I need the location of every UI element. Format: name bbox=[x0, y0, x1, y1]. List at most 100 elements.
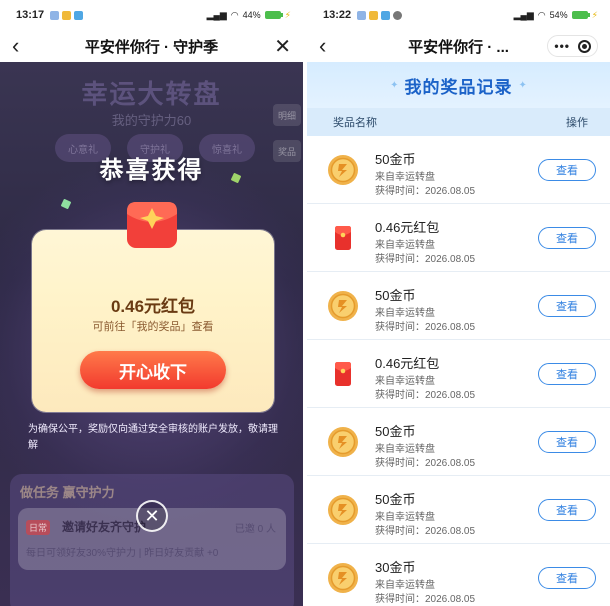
accept-button[interactable]: 开心收下 bbox=[80, 351, 226, 389]
view-button[interactable]: 查看 bbox=[538, 159, 596, 181]
coin-icon bbox=[328, 427, 358, 457]
lucky-wheel-background: 幸运大转盘 我的守护力60 明细 奖品 心意礼 守护礼 惊喜礼 恭喜获得 0.4… bbox=[0, 62, 303, 606]
charging-icon: ⚡ bbox=[591, 9, 598, 20]
left-screen: 13:17 ▂▄▆ ◠ 44% ⚡ ‹ 平安伴你行 · 守护季 ✕ 幸运大转盘 … bbox=[0, 0, 303, 606]
side-tab-details[interactable]: 明细 bbox=[273, 104, 301, 126]
prize-record-row: 0.46元红包来自幸运转盘获得时间：2026.08.05 查看 bbox=[307, 340, 610, 408]
prize-name: 30金币 bbox=[375, 560, 416, 575]
prize-record-row: 50金币来自幸运转盘获得时间：2026.08.05 查看 bbox=[307, 408, 610, 476]
battery-percent: 54% bbox=[549, 10, 568, 20]
app-notification-icon bbox=[369, 10, 379, 20]
column-header-name: 奖品名称 bbox=[333, 117, 377, 129]
battery-icon bbox=[571, 11, 590, 19]
prize-source: 来自幸运转盘 bbox=[375, 444, 435, 455]
table-header: 奖品名称 操作 bbox=[307, 108, 610, 136]
prize-name: 50金币 bbox=[375, 424, 416, 439]
fairness-notice: 为确保公平，奖励仅向通过安全审核的账户发放，敬请理解 bbox=[28, 424, 278, 451]
prize-name: 0.46元红包 bbox=[375, 356, 440, 371]
more-icon[interactable]: ••• bbox=[554, 39, 570, 53]
status-bar: 13:22 ▂▄▆ ◠ 54% ⚡ bbox=[307, 0, 610, 30]
prize-name: 0.46元红包 bbox=[375, 220, 440, 235]
app-notification-icon bbox=[50, 10, 60, 20]
back-arrow-icon[interactable]: ‹ bbox=[319, 35, 326, 57]
app-notification-icon bbox=[381, 10, 391, 20]
prize-record-row: 0.46元红包来自幸运转盘获得时间：2026.08.05 查看 bbox=[307, 204, 610, 272]
app-notification-icon bbox=[62, 10, 72, 20]
battery-icon bbox=[264, 11, 283, 19]
view-button[interactable]: 查看 bbox=[538, 295, 596, 317]
status-right: ▂▄▆ ◠ 44% ⚡ bbox=[207, 10, 291, 21]
close-icon[interactable]: ✕ bbox=[274, 34, 291, 59]
coin-icon bbox=[328, 291, 358, 321]
prize-source: 来自幸运转盘 bbox=[375, 376, 435, 387]
capsule-buttons: ••• bbox=[547, 35, 598, 57]
exit-target-icon[interactable] bbox=[578, 39, 591, 53]
status-time: 13:22 bbox=[323, 9, 352, 21]
coin-icon bbox=[328, 563, 358, 593]
view-button[interactable]: 查看 bbox=[538, 567, 596, 589]
status-right: ▂▄▆ ◠ 54% ⚡ bbox=[514, 10, 598, 21]
task-progress: 已邀 0 人 bbox=[234, 524, 276, 535]
prize-time: 获得时间：2026.08.05 bbox=[375, 458, 476, 469]
prize-record-row: 50金币来自幸运转盘获得时间：2026.08.05 查看 bbox=[307, 272, 610, 340]
task-panel-title: 做任务 赢守护力 bbox=[20, 485, 115, 500]
records-title: 我的奖品记录 bbox=[404, 77, 513, 97]
congrats-heading: 恭喜获得 bbox=[99, 157, 204, 184]
modal-close-icon[interactable]: ✕ bbox=[136, 500, 168, 532]
coin-icon bbox=[328, 155, 358, 185]
prize-time: 获得时间：2026.08.05 bbox=[375, 526, 476, 537]
prize-time: 获得时间：2026.08.05 bbox=[375, 322, 476, 333]
prize-hint: 可前往「我的奖品」查看 bbox=[92, 321, 214, 333]
wifi-icon: ◠ bbox=[537, 9, 546, 20]
notification-icons bbox=[50, 10, 84, 20]
app-notification-icon bbox=[74, 10, 84, 20]
wifi-icon: ◠ bbox=[230, 9, 239, 20]
view-button[interactable]: 查看 bbox=[538, 431, 596, 453]
prize-time: 获得时间：2026.08.05 bbox=[375, 186, 476, 197]
chat-notification-icon bbox=[393, 10, 403, 20]
view-button[interactable]: 查看 bbox=[538, 499, 596, 521]
prize-record-row: 50金币 来自幸运转盘 获得时间：2026.08.05 查看 bbox=[307, 136, 610, 204]
prize-record-row: 30金币来自幸运转盘获得时间：2026.08.05 查看 bbox=[307, 544, 610, 606]
sparkle-icon: ✦ bbox=[518, 79, 527, 91]
signal-icon: ▂▄▆ bbox=[206, 9, 227, 20]
nav-bar: ‹ 平安伴你行 · 守护季 ✕ bbox=[0, 30, 303, 62]
red-packet-icon bbox=[335, 362, 351, 386]
prize-name: 50金币 bbox=[375, 492, 416, 507]
view-button[interactable]: 查看 bbox=[538, 363, 596, 385]
red-packet-icon bbox=[127, 202, 177, 248]
app-notification-icon bbox=[357, 10, 367, 20]
prize-source: 来自幸运转盘 bbox=[375, 580, 435, 591]
prize-source: 来自幸运转盘 bbox=[375, 308, 435, 319]
prize-source: 来自幸运转盘 bbox=[375, 240, 435, 251]
battery-percent: 44% bbox=[242, 10, 261, 20]
charging-icon: ⚡ bbox=[284, 9, 291, 20]
column-header-action: 操作 bbox=[566, 117, 588, 129]
prize-name: 50金币 bbox=[375, 152, 416, 167]
prize-name: 50金币 bbox=[375, 288, 416, 303]
view-button[interactable]: 查看 bbox=[538, 227, 596, 249]
status-time: 13:17 bbox=[16, 9, 45, 21]
coin-icon bbox=[328, 495, 358, 525]
prize-source: 来自幸运转盘 bbox=[375, 512, 435, 523]
page-title: 平安伴你行 · 守护季 bbox=[84, 38, 219, 56]
records-header: ✦ 我的奖品记录 ✦ bbox=[307, 62, 610, 108]
prize-time: 获得时间：2026.08.05 bbox=[375, 594, 476, 605]
right-screen: 13:22 ▂▄▆ ◠ 54% ⚡ ‹ 平安伴你行 · ... ••• ✦ 我的… bbox=[307, 0, 610, 606]
task-description: 每日可领好友30%守护力 | 昨日好友贡献 +0 bbox=[26, 548, 219, 559]
notification-icons bbox=[357, 10, 403, 20]
task-tag: 日常 bbox=[26, 520, 51, 535]
prize-amount: 0.46元红包 bbox=[110, 297, 196, 316]
mini-program-capsule: ••• bbox=[547, 35, 598, 57]
prize-time: 获得时间：2026.08.05 bbox=[375, 254, 476, 265]
nav-bar: ‹ 平安伴你行 · ... ••• bbox=[307, 30, 610, 62]
prize-time: 获得时间：2026.08.05 bbox=[375, 390, 476, 401]
red-packet-icon bbox=[335, 226, 351, 250]
prize-modal: 0.46元红包 可前往「我的奖品」查看 开心收下 bbox=[32, 230, 274, 412]
guard-power-text: 我的守护力60 bbox=[111, 113, 192, 128]
status-bar: 13:17 ▂▄▆ ◠ 44% ⚡ bbox=[0, 0, 303, 30]
back-arrow-icon[interactable]: ‹ bbox=[12, 35, 19, 57]
sparkle-icon: ✦ bbox=[390, 79, 399, 91]
task-panel: 做任务 赢守护力 日常 邀请好友齐守护 已邀 0 人 每日可领好友30%守护力 … bbox=[10, 474, 294, 606]
prize-record-list: 50金币 来自幸运转盘 获得时间：2026.08.05 查看 0.46元红包 来自幸运转… bbox=[307, 136, 610, 606]
